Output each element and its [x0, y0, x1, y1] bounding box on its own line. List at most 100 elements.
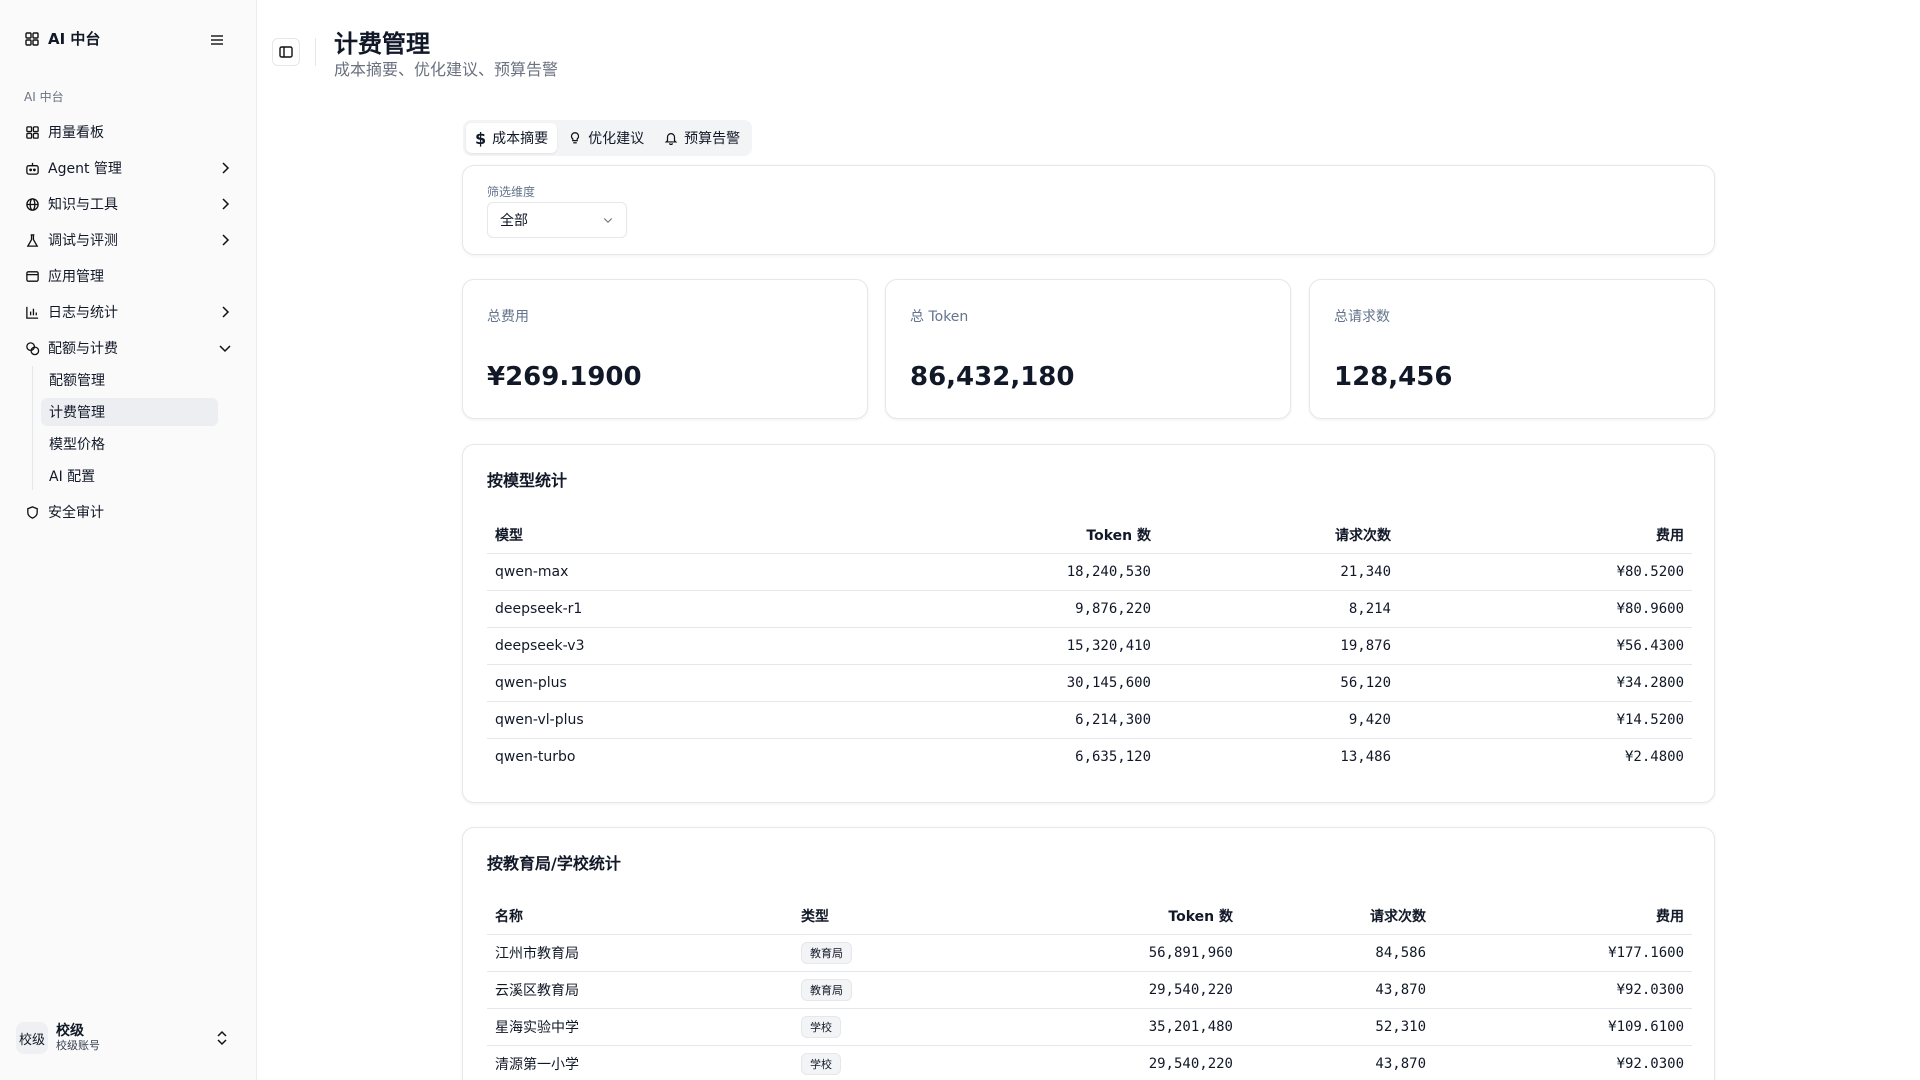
tab-list: $ 成本摘要 优化建议 预算告警 [463, 120, 753, 156]
cost-cell: ¥56.4300 [1399, 627, 1692, 665]
shield-icon [24, 504, 40, 520]
card-title: 按教育局/学校统计 [487, 854, 621, 873]
token-cell: 30,145,600 [907, 664, 1159, 702]
cost-cell: ¥80.5200 [1399, 553, 1692, 591]
dollar-icon: $ [475, 128, 487, 148]
sidebar-item-label: 配额与计费 [48, 341, 118, 357]
flask-icon [24, 232, 40, 248]
sidebar-item-security[interactable]: 安全审计 [16, 494, 241, 530]
column-header: 费用 [1434, 898, 1692, 935]
tab-cost-summary[interactable]: $ 成本摘要 [466, 123, 558, 153]
stat-card-total-cost: 总费用 ¥269.1900 [462, 279, 868, 419]
dashboard-icon [24, 124, 40, 140]
chevron-right-icon [222, 306, 230, 318]
requests-cell: 43,870 [1375, 1055, 1426, 1072]
table-row: 江州市教育局 教育局 56,891,960 84,586 ¥177.1600 [487, 934, 1692, 972]
chevron-right-icon [222, 234, 230, 246]
column-header: Token 数 [907, 517, 1159, 554]
sidebar-item-usage[interactable]: 用量看板 [16, 114, 241, 150]
avatar: 校级 [16, 1022, 48, 1054]
cost-cell: ¥34.2800 [1399, 664, 1692, 702]
sidebar-subitem-ai-config[interactable]: AI 配置 [41, 462, 218, 490]
type-cell: 教育局 [793, 971, 983, 1009]
requests-cell: 19,876 [1159, 627, 1399, 665]
globe-icon [24, 196, 40, 212]
stat-label: 总请求数 [1334, 309, 1390, 325]
name-cell: 星海实验中学 [487, 1008, 793, 1046]
requests-cell: 84,586 [1241, 934, 1434, 972]
model-cell: deepseek-v3 [487, 627, 907, 665]
token-cell: 15,320,410 [907, 627, 1159, 665]
column-header: 请求次数 [1159, 517, 1399, 554]
stat-label: 总费用 [487, 309, 529, 325]
sidebar-item-logs[interactable]: 日志与统计 [16, 294, 241, 330]
stat-label: 总 Token [910, 309, 969, 325]
sidebar-item-knowledge[interactable]: 知识与工具 [16, 186, 241, 222]
stat-card-total-requests: 总请求数 128,456 [1309, 279, 1715, 419]
sidebar-item-label: 知识与工具 [48, 197, 118, 213]
requests-cell: 13,486 [1340, 748, 1391, 765]
sidebar-subitem-billing[interactable]: 计费管理 [41, 398, 218, 426]
type-badge: 教育局 [801, 978, 852, 1001]
sidebar-item-quota-billing[interactable]: 配额与计费 [16, 330, 241, 366]
sidebar-nav: 用量看板 Agent 管理 知识与工具 调试与评测 应用管理 日志与统计 配额与… [16, 114, 241, 530]
type-badge: 教育局 [801, 941, 852, 964]
table-row: 星海实验中学 学校 35,201,480 52,310 ¥109.6100 [487, 1008, 1692, 1046]
cost-cell: ¥109.6100 [1434, 1008, 1692, 1046]
sidebar-subitem-model-price[interactable]: 模型价格 [41, 430, 218, 458]
sidebar-item-agent[interactable]: Agent 管理 [16, 150, 241, 186]
panel-left-icon [279, 46, 293, 58]
cost-cell: ¥92.0300 [1434, 971, 1692, 1009]
sidebar-item-label: 用量看板 [48, 125, 104, 141]
table-row: qwen-vl-plus 6,214,300 9,420 ¥14.5200 [487, 701, 1692, 739]
user-name: 校级 [56, 1023, 84, 1039]
sidebar-item-apps[interactable]: 应用管理 [16, 258, 241, 294]
sidebar-subitem-quota[interactable]: 配额管理 [41, 366, 218, 394]
table-row: 云溪区教育局 教育局 29,540,220 43,870 ¥92.0300 [487, 971, 1692, 1009]
name-cell: 江州市教育局 [487, 934, 793, 972]
org-table-body: 江州市教育局 教育局 56,891,960 84,586 ¥177.1600 云溪区教育局… [487, 934, 1692, 1080]
cost-cell: ¥92.0300 [1616, 1055, 1684, 1072]
dimension-select[interactable]: 全部 [487, 202, 627, 238]
select-value: 全部 [500, 213, 528, 229]
chevron-right-icon [222, 162, 230, 174]
menu-icon[interactable] [207, 30, 227, 50]
stat-value: 128,456 [1334, 362, 1453, 392]
user-menu[interactable]: 校级 校级 校级账号 [16, 1018, 241, 1058]
token-cell: 29,540,220 [1148, 1055, 1233, 1072]
type-cell: 学校 [793, 1045, 983, 1080]
brand[interactable]: AI 中台 [24, 28, 100, 49]
model-cell: qwen-max [487, 553, 907, 591]
sidebar-item-debug[interactable]: 调试与评测 [16, 222, 241, 258]
requests-cell: 43,870 [1241, 971, 1434, 1009]
stat-value: ¥269.1900 [487, 362, 642, 392]
sidebar-item-label: 日志与统计 [48, 305, 118, 321]
token-cell: 6,214,300 [907, 701, 1159, 739]
cost-cell: ¥2.4800 [1624, 748, 1684, 765]
model-cell: qwen-plus [487, 664, 907, 702]
name-cell: 云溪区教育局 [487, 971, 793, 1009]
table-header-row: 名称 类型 Token 数 请求次数 费用 [487, 898, 1692, 935]
page-title: 计费管理 [334, 30, 430, 58]
bot-icon [24, 160, 40, 176]
model-stats-card: 按模型统计 模型 Token 数 请求次数 费用 qwen-max 18,240,… [462, 444, 1715, 803]
column-header: 请求次数 [1241, 898, 1434, 935]
sidebar-toggle-button[interactable] [272, 38, 300, 66]
column-header: Token 数 [983, 898, 1241, 935]
sidebar-subnav: 配额管理 计费管理 模型价格 AI 配置 [32, 366, 241, 490]
type-cell: 教育局 [793, 934, 983, 972]
tab-optimization[interactable]: 优化建议 [559, 123, 653, 153]
cost-cell: ¥177.1600 [1434, 934, 1692, 972]
user-info: 校级 校级账号 [56, 1023, 100, 1053]
table-row: qwen-max 18,240,530 21,340 ¥80.5200 [487, 553, 1692, 591]
org-stats-card: 按教育局/学校统计 名称 类型 Token 数 请求次数 费用 江州市教育局 教育… [462, 827, 1715, 1080]
name-cell: 清源第一小学 [495, 1056, 579, 1073]
tab-budget-alert[interactable]: 预算告警 [655, 123, 749, 153]
table-header-row: 模型 Token 数 请求次数 费用 [487, 517, 1692, 554]
token-cell: 18,240,530 [907, 553, 1159, 591]
type-badge: 学校 [801, 1015, 841, 1038]
type-cell: 学校 [793, 1008, 983, 1046]
model-cell: deepseek-r1 [487, 590, 907, 628]
chevrons-up-down-icon [217, 1030, 227, 1046]
model-stats-table: 模型 Token 数 请求次数 费用 qwen-max 18,240,530 21,… [487, 517, 1692, 775]
